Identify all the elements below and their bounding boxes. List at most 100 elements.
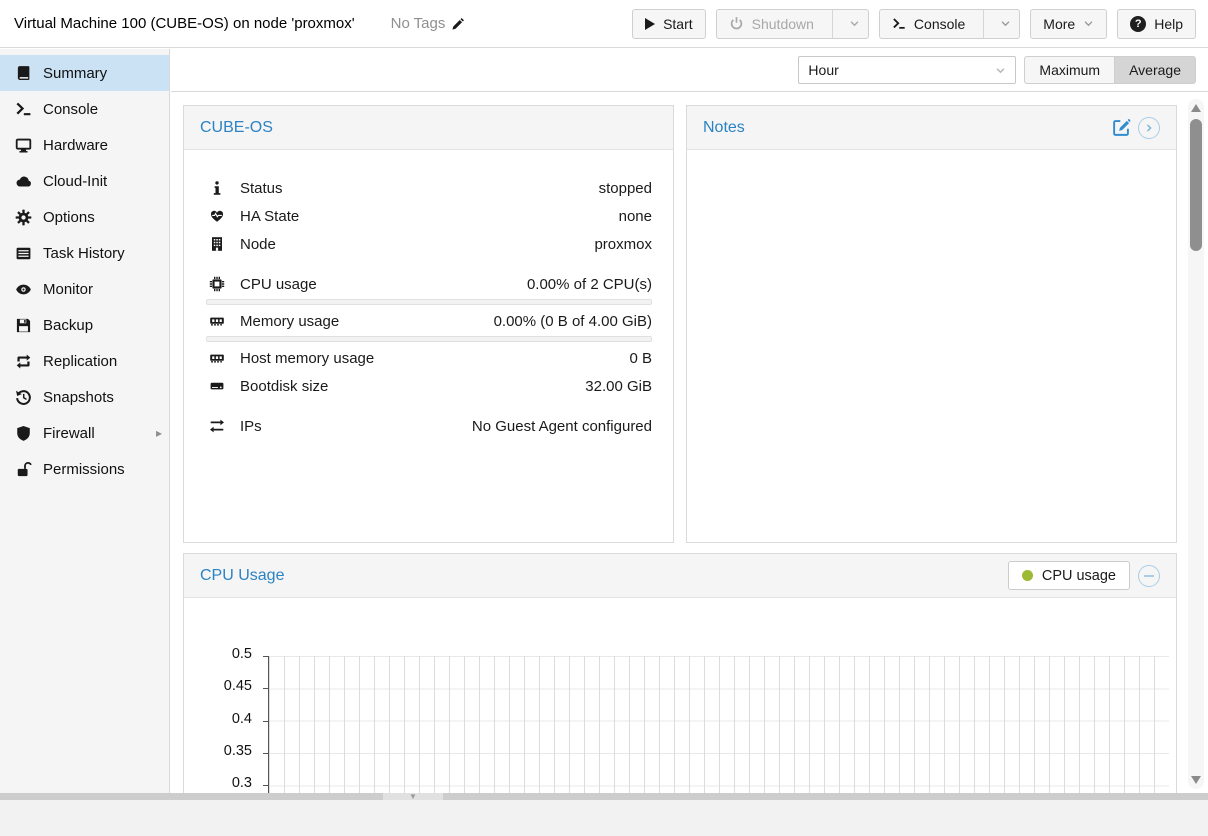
pencil-icon[interactable] <box>451 17 465 31</box>
average-toggle-button[interactable]: Average <box>1114 56 1196 84</box>
memory-icon <box>206 350 228 366</box>
unlock-icon <box>15 461 32 478</box>
undock-chart-icon[interactable] <box>1138 565 1160 587</box>
status-row: Node proxmox <box>184 230 673 258</box>
sidebar-item-permissions[interactable]: Permissions <box>0 451 169 487</box>
top-header: Virtual Machine 100 (CUBE-OS) on node 'p… <box>0 0 1208 48</box>
scrollbar-thumb[interactable] <box>1190 119 1202 251</box>
status-row-label: Node <box>240 236 276 253</box>
vertical-scrollbar[interactable] <box>1188 99 1204 789</box>
status-row-value: No Guest Agent configured <box>472 418 652 435</box>
cpu-legend-button[interactable]: CPU usage <box>1008 561 1130 590</box>
cpu-chart: 0.50.450.40.350.30.25 % <box>184 598 1176 793</box>
notes-panel-body[interactable] <box>687 150 1176 543</box>
help-button-label: Help <box>1154 16 1183 32</box>
shutdown-button-label: Shutdown <box>752 16 814 32</box>
notes-panel-header: Notes <box>687 106 1176 150</box>
notes-header-icons <box>1112 117 1160 139</box>
start-button[interactable]: Start <box>632 9 706 39</box>
sidebar-item-monitor[interactable]: Monitor <box>0 271 169 307</box>
status-row-value: 0.00% of 2 CPU(s) <box>527 276 652 293</box>
sidebar-item-hardware[interactable]: Hardware <box>0 127 169 163</box>
notes-panel-title: Notes <box>703 119 745 137</box>
console-button[interactable]: Console <box>879 9 1020 39</box>
timeframe-select[interactable]: Hour <box>798 56 1016 84</box>
sidebar-item-cloud-init[interactable]: Cloud-Init <box>0 163 169 199</box>
eye-icon <box>15 281 32 298</box>
sidebar-item-firewall[interactable]: Firewall ▸ <box>0 415 169 451</box>
chevron-right-icon <box>1144 123 1154 133</box>
display-icon <box>15 137 32 154</box>
aggregation-toggle: Maximum Average <box>1024 56 1196 84</box>
cpu-legend-label: CPU usage <box>1042 568 1116 584</box>
status-panel-body: Status stopped HA State none Node proxmo… <box>184 150 673 440</box>
splitter-collapse-handle[interactable]: ▼ <box>383 793 443 800</box>
status-row: HA State none <box>184 202 673 230</box>
bottom-log-panel <box>0 800 1208 836</box>
sidebar-item-task-history[interactable]: Task History <box>0 235 169 271</box>
book-icon <box>15 65 32 82</box>
shield-icon <box>15 425 32 442</box>
legend-dot-icon <box>1022 570 1033 581</box>
network-arrows-icon <box>206 418 228 434</box>
cpu-panel-title: CPU Usage <box>200 567 284 585</box>
cloud-icon <box>15 173 32 190</box>
status-row-label: Memory usage <box>240 313 339 330</box>
console-dropdown[interactable] <box>992 18 1019 29</box>
cpu-usage-panel: CPU Usage CPU usage 0.50.450.40.350.30.2… <box>183 553 1177 793</box>
shutdown-dropdown[interactable] <box>841 18 868 29</box>
edit-notes-icon[interactable] <box>1112 118 1131 137</box>
scroll-down-icon[interactable] <box>1191 776 1201 784</box>
sidebar-item-label: Task History <box>43 245 125 262</box>
progress-bar <box>206 299 652 305</box>
sidebar-item-label: Console <box>43 101 98 118</box>
terminal-icon <box>15 101 32 118</box>
header-buttons: Start Shutdown Console More ? Help <box>632 9 1196 39</box>
maximum-toggle-button[interactable]: Maximum <box>1024 56 1114 84</box>
more-button[interactable]: More <box>1030 9 1107 39</box>
notes-panel: Notes <box>686 105 1177 543</box>
sidebar-item-label: Replication <box>43 353 117 370</box>
status-row: Memory usage 0.00% (0 B of 4.00 GiB) <box>184 307 673 335</box>
sidebar-item-console[interactable]: Console <box>0 91 169 127</box>
scroll-up-icon[interactable] <box>1191 104 1201 112</box>
cpu-icon <box>206 276 228 292</box>
status-row-label: CPU usage <box>240 276 317 293</box>
sidebar-item-label: Options <box>43 209 95 226</box>
status-row-value: stopped <box>599 180 652 197</box>
status-panel: CUBE-OS Status stopped HA State none Nod… <box>183 105 674 543</box>
play-icon <box>645 18 655 30</box>
proxmox-vm-page: Virtual Machine 100 (CUBE-OS) on node 'p… <box>0 0 1208 836</box>
expand-notes-icon[interactable] <box>1138 117 1160 139</box>
heartbeat-icon <box>206 208 228 224</box>
status-row: Host memory usage 0 B <box>184 344 673 372</box>
history-icon <box>15 389 32 406</box>
memory-icon <box>206 313 228 329</box>
sidebar-item-label: Summary <box>43 65 107 82</box>
content-splitter[interactable]: ▼ <box>0 793 1208 800</box>
sidebar-item-options[interactable]: Options <box>0 199 169 235</box>
summary-toolbar: Hour Maximum Average <box>171 49 1208 92</box>
sidebar-item-summary[interactable]: Summary <box>0 55 169 91</box>
sidebar-item-backup[interactable]: Backup <box>0 307 169 343</box>
repeat-arrows-icon <box>15 353 32 370</box>
sidebar-item-label: Snapshots <box>43 389 114 406</box>
y-tick-label: 0.5 <box>184 646 252 662</box>
sidebar-item-replication[interactable]: Replication <box>0 343 169 379</box>
console-button-label: Console <box>914 16 965 32</box>
sidebar-item-snapshots[interactable]: Snapshots <box>0 379 169 415</box>
status-panel-header: CUBE-OS <box>184 106 673 150</box>
status-row-label: IPs <box>240 418 262 435</box>
page-title: Virtual Machine 100 (CUBE-OS) on node 'p… <box>14 15 355 32</box>
building-icon <box>206 236 228 252</box>
list-icon <box>15 245 32 262</box>
y-tick-label: 0.4 <box>184 711 252 727</box>
status-row-value: 32.00 GiB <box>585 378 652 395</box>
help-button[interactable]: ? Help <box>1117 9 1196 39</box>
content-area: CUBE-OS Status stopped HA State none Nod… <box>171 93 1208 793</box>
shutdown-button[interactable]: Shutdown <box>716 9 869 39</box>
status-row: Bootdisk size 32.00 GiB <box>184 372 673 400</box>
status-row-label: HA State <box>240 208 299 225</box>
status-row-value: 0.00% (0 B of 4.00 GiB) <box>494 313 652 330</box>
tags-area[interactable]: No Tags <box>391 15 466 32</box>
